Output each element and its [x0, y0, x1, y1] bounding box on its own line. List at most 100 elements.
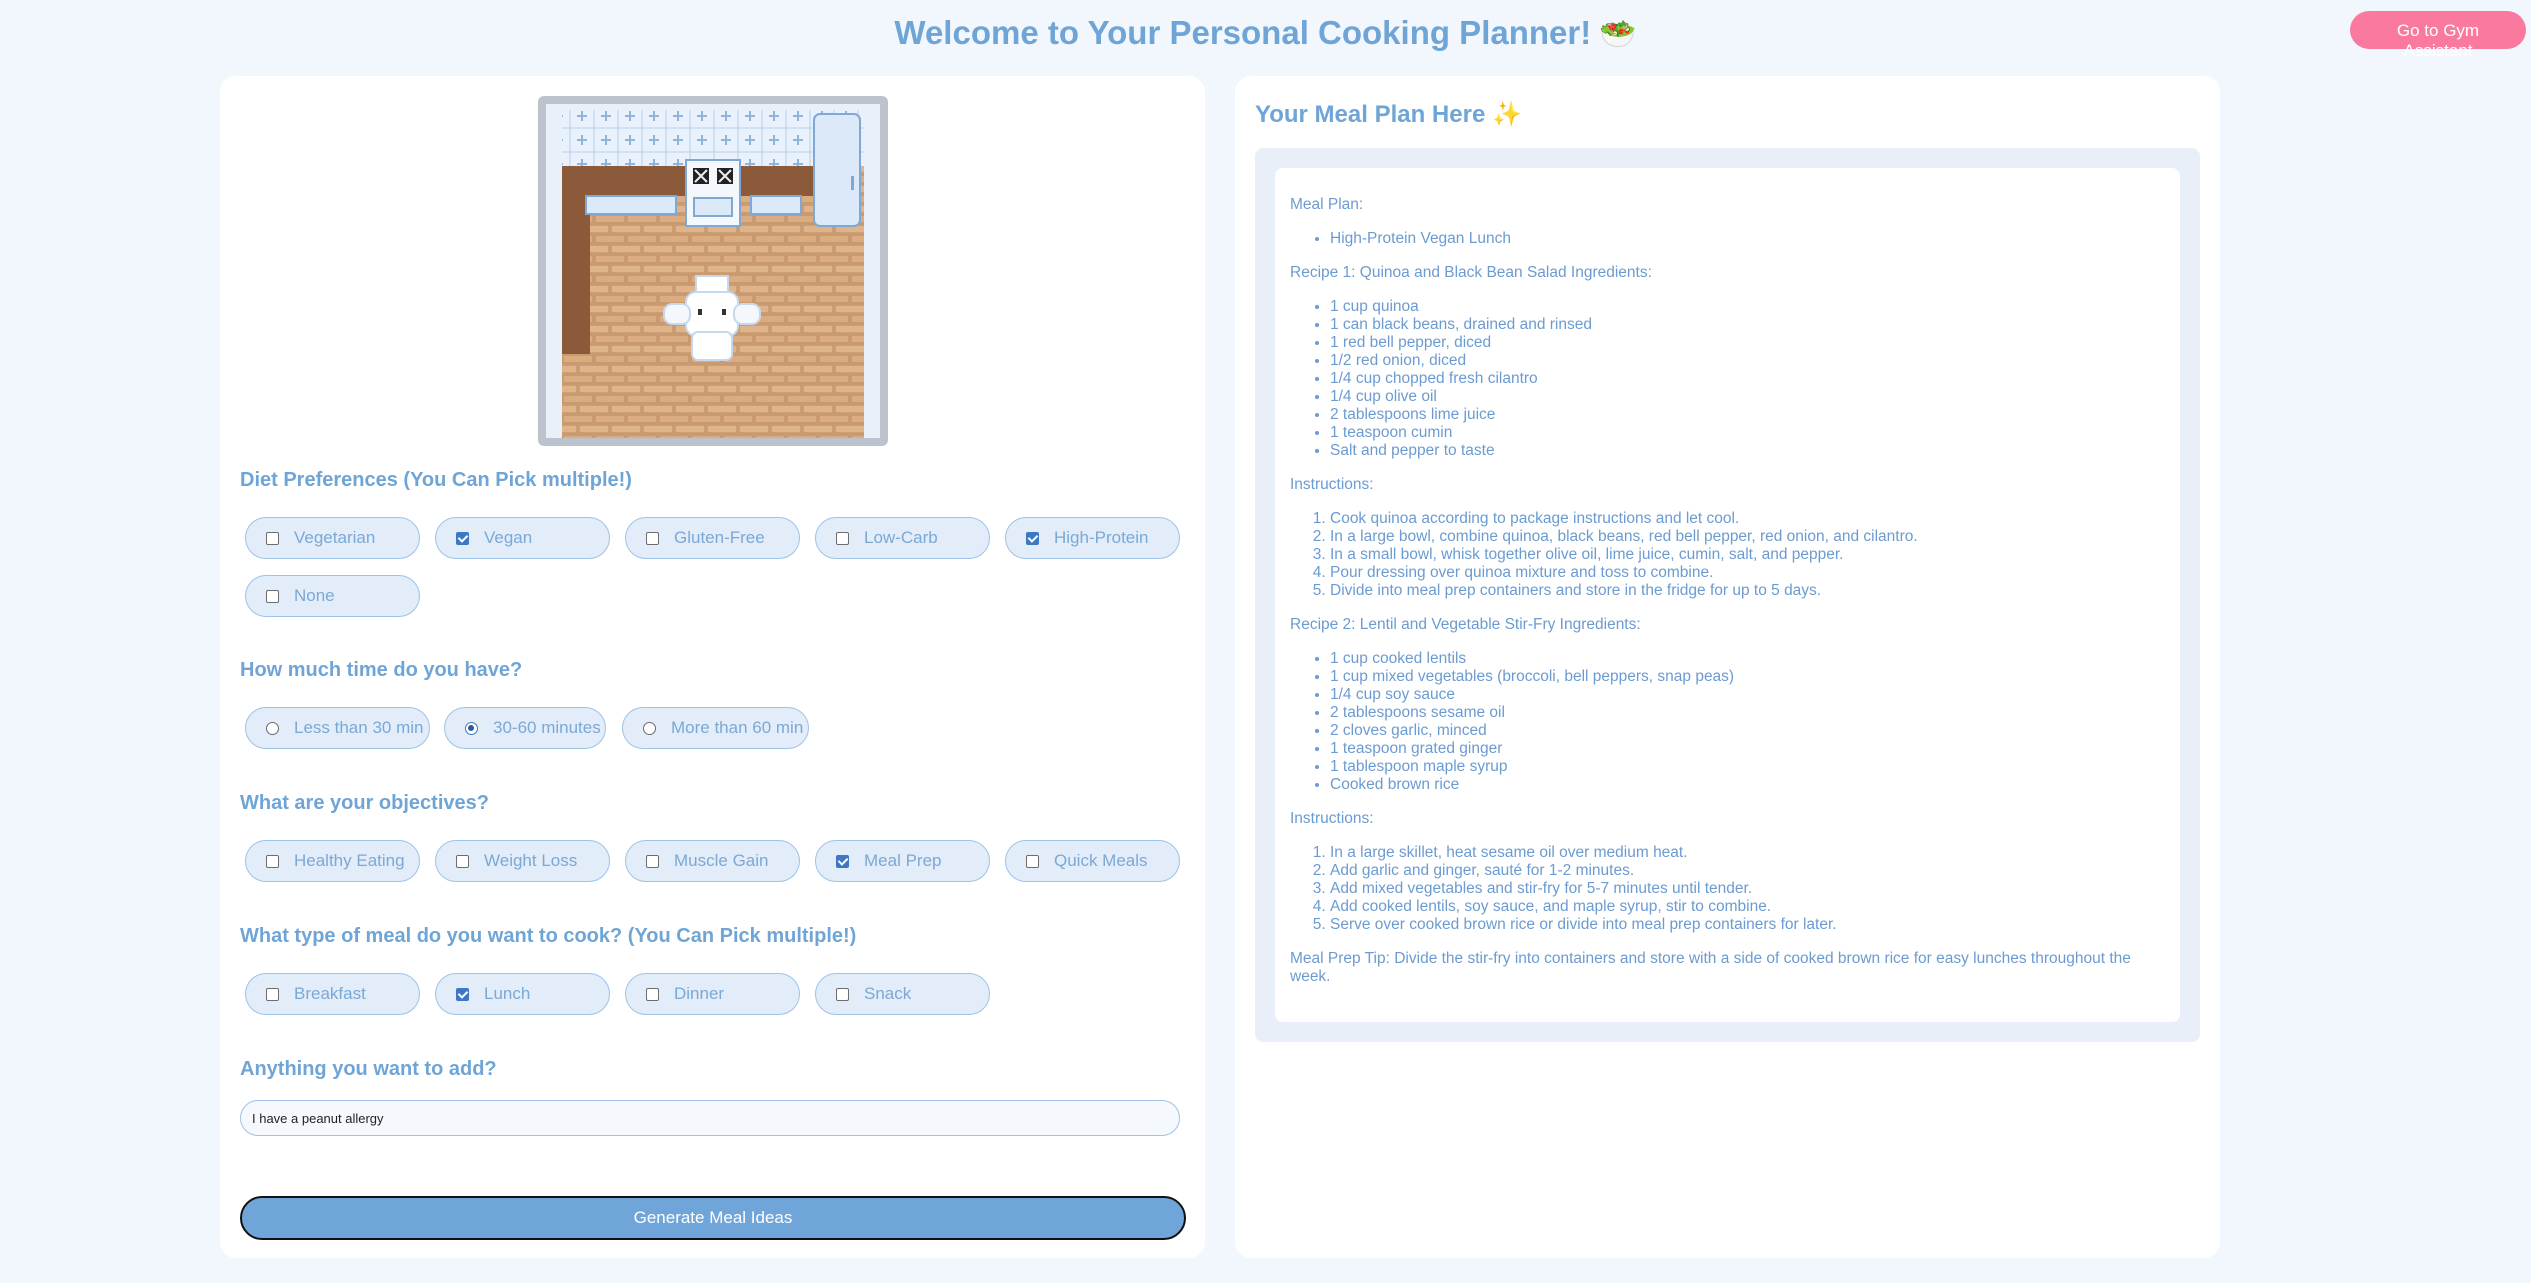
list-item: Add garlic and ginger, sauté for 1-2 min…	[1330, 862, 2165, 880]
kitchen-pixel-illustration	[538, 96, 888, 446]
checkbox[interactable]	[1026, 531, 1039, 545]
objective-option-healthy-eating[interactable]: Healthy Eating	[245, 840, 420, 882]
list-item: 2 cloves garlic, minced	[1330, 722, 2165, 740]
checkbox[interactable]	[646, 987, 659, 1001]
checkbox[interactable]	[836, 531, 849, 545]
option-label: Vegan	[484, 528, 533, 547]
list-item: 1 tablespoon maple syrup	[1330, 758, 2165, 776]
option-label: Gluten-Free	[674, 528, 765, 547]
list-item: 1/4 cup soy sauce	[1330, 686, 2165, 704]
recipe2-instructions-heading: Instructions:	[1290, 810, 1374, 827]
list-item: Cooked brown rice	[1330, 776, 2165, 794]
diet-option-high-protein[interactable]: High-Protein	[1005, 517, 1180, 559]
diet-option-none[interactable]: None	[245, 575, 420, 617]
meal-option-breakfast[interactable]: Breakfast	[245, 973, 420, 1015]
objective-option-quick-meals[interactable]: Quick Meals	[1005, 840, 1180, 882]
extra-notes-input[interactable]	[240, 1100, 1180, 1136]
checkbox[interactable]	[266, 987, 279, 1001]
list-item: 1 red bell pepper, diced	[1330, 334, 2165, 352]
radio-button[interactable]	[643, 721, 656, 735]
checkbox[interactable]	[456, 987, 469, 1001]
option-label: Meal Prep	[864, 851, 942, 870]
list-item: Salt and pepper to taste	[1330, 442, 2165, 460]
diet-option-low-carb[interactable]: Low-Carb	[815, 517, 990, 559]
checkbox[interactable]	[646, 854, 659, 868]
meal-plan-container: Meal Plan: High-Protein Vegan Lunch Reci…	[1255, 148, 2200, 1042]
objective-option-muscle-gain[interactable]: Muscle Gain	[625, 840, 800, 882]
diet-option-vegan[interactable]: Vegan	[435, 517, 610, 559]
generate-meal-ideas-button[interactable]: Generate Meal Ideas	[240, 1196, 1186, 1240]
recipe1-heading: Recipe 1: Quinoa and Black Bean Salad In…	[1290, 264, 1652, 281]
objective-option-meal-prep[interactable]: Meal Prep	[815, 840, 990, 882]
diet-option-gluten-free[interactable]: Gluten-Free	[625, 517, 800, 559]
time-option-less-30[interactable]: Less than 30 min	[245, 707, 430, 749]
kitchen-scene-icon	[546, 104, 880, 438]
meal-prep-tip: Meal Prep Tip: Divide the stir-fry into …	[1290, 950, 2131, 985]
option-label: Weight Loss	[484, 851, 578, 870]
diet-section-title: Diet Preferences (You Can Pick multiple!…	[240, 469, 632, 491]
list-item: 1/4 cup olive oil	[1330, 388, 2165, 406]
meal-option-snack[interactable]: Snack	[815, 973, 990, 1015]
meal-plan-title-text: Your Meal Plan Here	[1255, 101, 1486, 128]
checkbox[interactable]	[836, 854, 849, 868]
time-option-more-60[interactable]: More than 60 min	[622, 707, 809, 749]
option-label: Healthy Eating	[294, 851, 405, 870]
recipe1-instructions: Cook quinoa according to package instruc…	[1330, 510, 2165, 600]
checkbox[interactable]	[836, 987, 849, 1001]
plan-heading: Meal Plan:	[1290, 196, 1364, 213]
plan-list: High-Protein Vegan Lunch	[1330, 230, 2165, 248]
option-label: Snack	[864, 984, 912, 1003]
option-label: None	[294, 586, 335, 605]
meal-option-lunch[interactable]: Lunch	[435, 973, 610, 1015]
checkbox[interactable]	[266, 589, 279, 603]
list-item: In a large bowl, combine quinoa, black b…	[1330, 528, 2165, 546]
list-item: 2 tablespoons sesame oil	[1330, 704, 2165, 722]
option-label: Less than 30 min	[294, 718, 424, 737]
option-label: Low-Carb	[864, 528, 938, 547]
checkbox[interactable]	[266, 531, 279, 545]
list-item: 1 cup mixed vegetables (broccoli, bell p…	[1330, 668, 2165, 686]
planner-form-panel: Diet Preferences (You Can Pick multiple!…	[220, 76, 1205, 1258]
list-item: 2 tablespoons lime juice	[1330, 406, 2165, 424]
extra-section-title: Anything you want to add?	[240, 1058, 497, 1080]
checkbox[interactable]	[646, 531, 659, 545]
recipe1-ingredients: 1 cup quinoa 1 can black beans, drained …	[1330, 298, 2165, 460]
recipe1-instructions-heading: Instructions:	[1290, 476, 1374, 493]
meal-option-dinner[interactable]: Dinner	[625, 973, 800, 1015]
recipe2-instructions: In a large skillet, heat sesame oil over…	[1330, 844, 2165, 934]
list-item: Pour dressing over quinoa mixture and to…	[1330, 564, 2165, 582]
list-item: 1 cup cooked lentils	[1330, 650, 2165, 668]
list-item: High-Protein Vegan Lunch	[1330, 230, 2165, 248]
page-title-text: Welcome to Your Personal Cooking Planner…	[894, 14, 1592, 51]
gym-assistant-button[interactable]: Go to Gym Assistant	[2350, 11, 2526, 60]
list-item: 1 teaspoon cumin	[1330, 424, 2165, 442]
option-label: More than 60 min	[671, 718, 804, 737]
meal-plan-panel: Your Meal Plan Here ✨ Meal Plan: High-Pr…	[1235, 76, 2220, 1258]
objectives-section-title: What are your objectives?	[240, 792, 489, 814]
checkbox[interactable]	[456, 531, 469, 545]
time-section-title: How much time do you have?	[240, 659, 523, 681]
checkbox[interactable]	[1026, 854, 1039, 868]
list-item: In a small bowl, whisk together olive oi…	[1330, 546, 2165, 564]
salad-icon: 🥗	[1599, 18, 1637, 51]
page-title: Welcome to Your Personal Cooking Planner…	[0, 14, 2531, 52]
option-label: Lunch	[484, 984, 531, 1003]
radio-button[interactable]	[266, 721, 279, 735]
list-item: Add cooked lentils, soy sauce, and maple…	[1330, 898, 2165, 916]
sparkles-icon: ✨	[1491, 101, 1522, 128]
checkbox[interactable]	[266, 854, 279, 868]
option-label: Breakfast	[294, 984, 366, 1003]
recipe2-ingredients: 1 cup cooked lentils 1 cup mixed vegetab…	[1330, 650, 2165, 794]
option-label: Muscle Gain	[674, 851, 769, 870]
list-item: 1/2 red onion, diced	[1330, 352, 2165, 370]
meal-plan-content: Meal Plan: High-Protein Vegan Lunch Reci…	[1275, 168, 2180, 1022]
option-label: Quick Meals	[1054, 851, 1148, 870]
meal-type-section-title: What type of meal do you want to cook? (…	[240, 925, 857, 947]
objective-option-weight-loss[interactable]: Weight Loss	[435, 840, 610, 882]
checkbox[interactable]	[456, 854, 469, 868]
list-item: 1/4 cup chopped fresh cilantro	[1330, 370, 2165, 388]
diet-option-vegetarian[interactable]: Vegetarian	[245, 517, 420, 559]
option-label: High-Protein	[1054, 528, 1149, 547]
radio-button[interactable]	[465, 721, 478, 735]
time-option-30-60[interactable]: 30-60 minutes	[444, 707, 606, 749]
